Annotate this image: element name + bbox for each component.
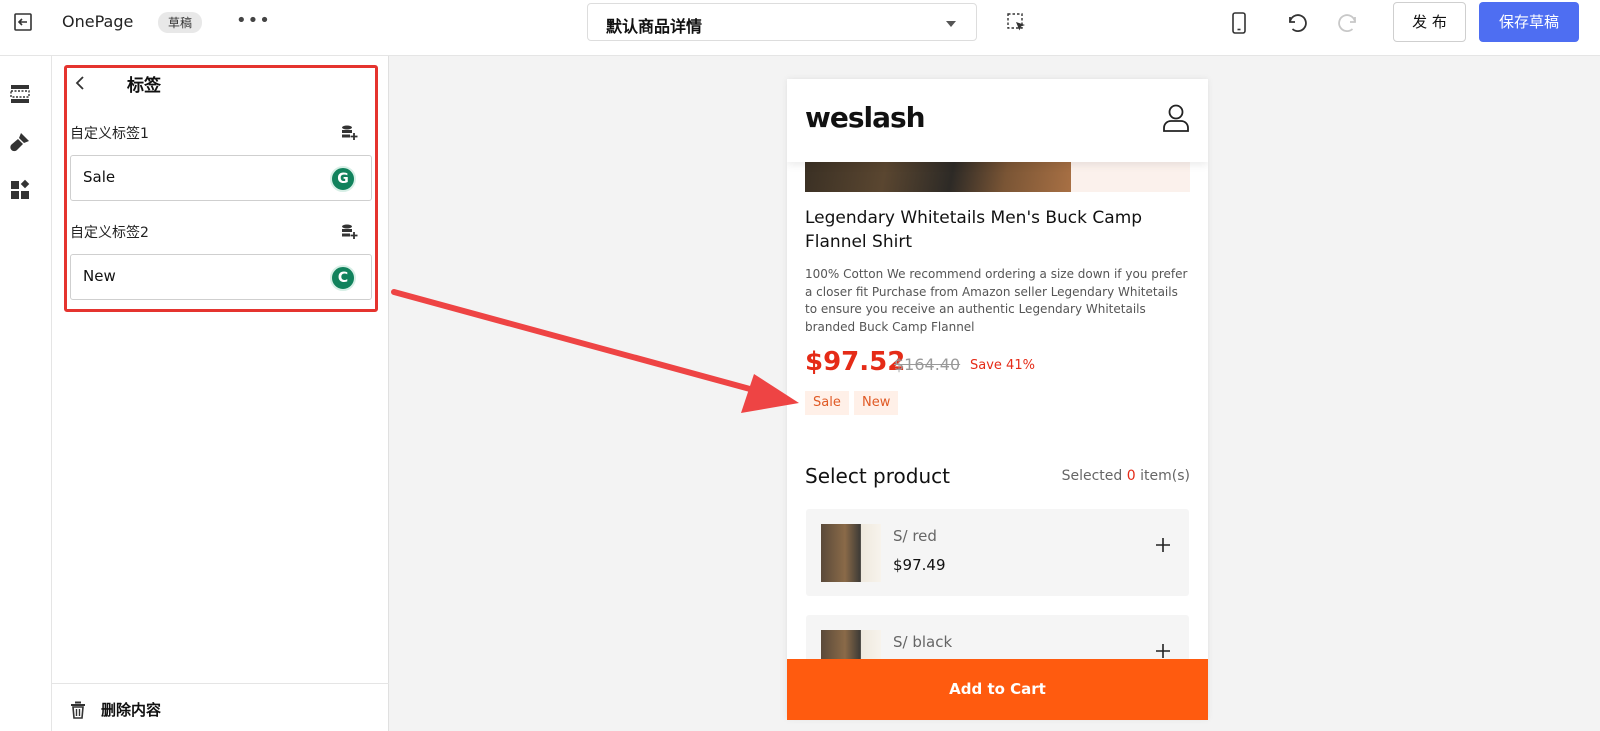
product-tag-new: New bbox=[854, 391, 899, 415]
apps-icon[interactable] bbox=[9, 179, 31, 201]
product-photo bbox=[805, 162, 1071, 192]
left-rail bbox=[0, 56, 52, 731]
section-icon[interactable] bbox=[9, 83, 31, 105]
status-badge: 草稿 bbox=[158, 12, 203, 33]
variant-name: S/ black bbox=[893, 633, 953, 651]
variant-price: $97.49 bbox=[893, 556, 946, 574]
variant-thumbnail bbox=[821, 524, 881, 582]
panel-title: 标签 bbox=[127, 76, 161, 96]
settings-panel: 标签 自定义标签1 G 自定义标签2 C 删除内容 bbox=[52, 56, 389, 731]
product-image bbox=[805, 162, 1190, 192]
plus-icon[interactable] bbox=[1155, 643, 1171, 659]
redo-icon[interactable] bbox=[1337, 11, 1361, 35]
phone-preview: weslash Legendary Whitetails Men's Buck … bbox=[787, 79, 1208, 719]
custom-tag-2-value[interactable] bbox=[83, 267, 303, 285]
select-product-heading: Select product bbox=[805, 464, 950, 488]
top-toolbar: OnePage 草稿 ••• 默认商品详情 发 布 保存草稿 bbox=[0, 0, 1600, 56]
publish-button[interactable]: 发 布 bbox=[1393, 2, 1466, 42]
custom-tag-1-label: 自定义标签1 bbox=[70, 126, 149, 142]
variant-row[interactable]: S/ red $97.49 bbox=[806, 509, 1189, 596]
product-description: 100% Cotton We recommend ordering a size… bbox=[805, 267, 1188, 334]
custom-tag-1-value[interactable] bbox=[83, 168, 303, 186]
sale-price: $97.52 bbox=[805, 347, 906, 377]
theme-brush-icon[interactable] bbox=[9, 131, 31, 153]
brand-logo[interactable]: weslash bbox=[805, 101, 926, 134]
back-chevron-icon[interactable] bbox=[74, 76, 86, 90]
delete-content-button[interactable]: 删除内容 bbox=[52, 683, 389, 731]
grammarly-icon[interactable]: C bbox=[330, 265, 356, 291]
compare-price: $164.40 bbox=[894, 355, 961, 374]
mobile-device-icon[interactable] bbox=[1227, 11, 1251, 35]
chevron-down-icon bbox=[946, 21, 956, 27]
select-element-icon[interactable] bbox=[1005, 11, 1029, 35]
exit-icon[interactable] bbox=[12, 11, 34, 33]
grammarly-icon[interactable]: G bbox=[330, 166, 356, 192]
custom-tag-2-input[interactable]: C bbox=[70, 254, 372, 300]
undo-icon[interactable] bbox=[1284, 11, 1308, 35]
app-name: OnePage bbox=[62, 12, 134, 31]
save-draft-button[interactable]: 保存草稿 bbox=[1479, 2, 1579, 42]
custom-tag-2-label: 自定义标签2 bbox=[70, 225, 149, 241]
custom-tag-1-input[interactable]: G bbox=[70, 155, 372, 201]
dynamic-source-icon[interactable] bbox=[340, 124, 358, 142]
dynamic-source-icon[interactable] bbox=[340, 223, 358, 241]
template-select[interactable]: 默认商品详情 bbox=[587, 3, 977, 41]
more-menu-button[interactable]: ••• bbox=[236, 10, 271, 31]
delete-content-label: 删除内容 bbox=[101, 701, 162, 719]
selected-count: Selected 0 item(s) bbox=[1061, 468, 1190, 484]
variant-name: S/ red bbox=[893, 527, 937, 545]
plus-icon[interactable] bbox=[1155, 537, 1171, 553]
template-select-value: 默认商品详情 bbox=[606, 17, 703, 36]
product-tag-sale: Sale bbox=[805, 391, 849, 415]
user-icon[interactable] bbox=[1162, 103, 1190, 133]
store-header: weslash bbox=[787, 79, 1208, 162]
save-percent: Save 41% bbox=[970, 358, 1035, 373]
product-title: Legendary Whitetails Men's Buck Camp Fla… bbox=[805, 208, 1143, 252]
add-to-cart-button[interactable]: Add to Cart bbox=[787, 659, 1208, 720]
trash-icon bbox=[71, 701, 85, 719]
